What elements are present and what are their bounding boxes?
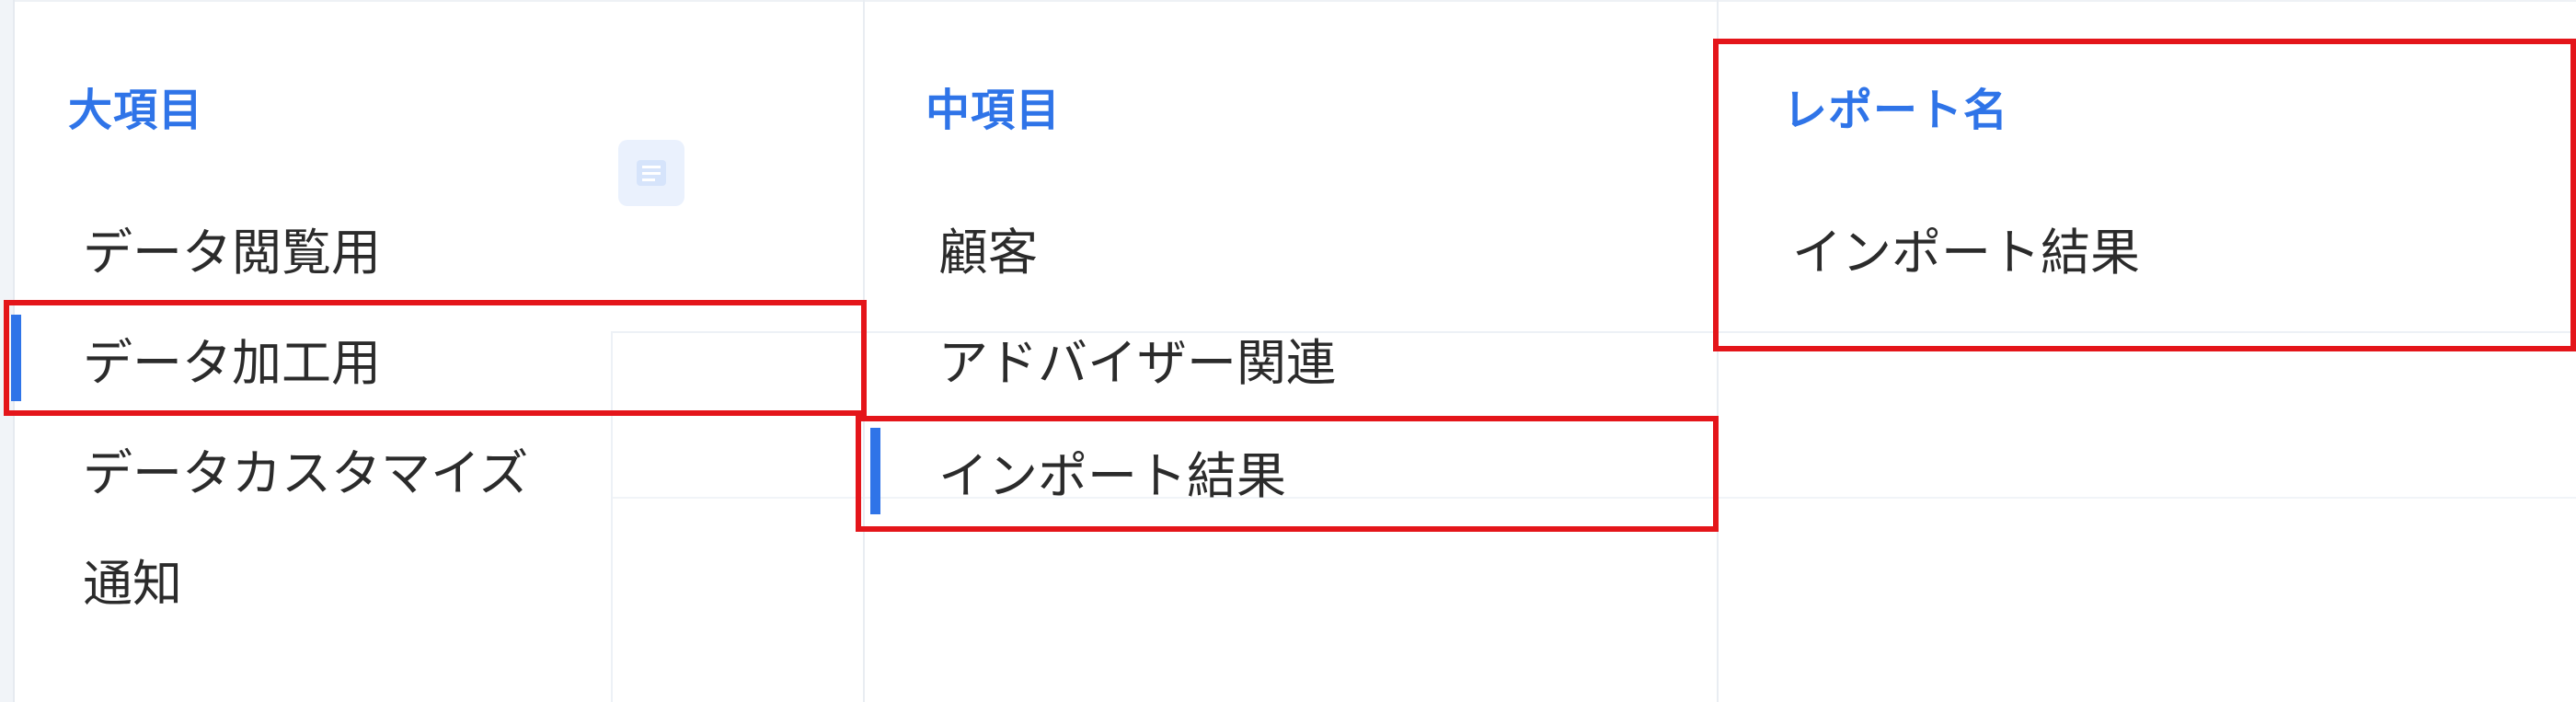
major-item-label: データ加工用 [83, 333, 381, 392]
category-selector: 大項目 データ閲覧用 データ加工用 データカスタマイズ 通知 中項目 顧客 アド… [0, 0, 2576, 702]
report-item-import-result[interactable]: インポート結果 [1763, 193, 2140, 302]
report-name-header: レポート名 [1783, 85, 2009, 136]
major-item-data-view[interactable]: データ閲覧用 [53, 193, 381, 302]
middle-category-header: 中項目 [926, 85, 1062, 136]
major-category-column: 大項目 データ閲覧用 データ加工用 データカスタマイズ 通知 [11, 0, 863, 702]
report-name-column: レポート名 インポート結果 [1748, 0, 2576, 702]
middle-category-column: 中項目 顧客 アドバイザー関連 インポート結果 [870, 0, 1717, 702]
major-item-notification[interactable]: 通知 [53, 524, 182, 633]
middle-item-advisor[interactable]: アドバイザー関連 [909, 304, 1336, 412]
column-divider [863, 0, 865, 702]
major-item-data-customize[interactable]: データカスタマイズ [53, 414, 528, 523]
major-item-label: データカスタマイズ [83, 443, 529, 502]
middle-item-label: アドバイザー関連 [938, 333, 1336, 392]
major-item-data-processing[interactable]: データ加工用 [11, 304, 835, 412]
report-item-label: インポート結果 [1792, 223, 2140, 282]
middle-item-import-result[interactable]: インポート結果 [870, 417, 1687, 525]
major-item-label: 通知 [83, 554, 182, 613]
column-divider [1717, 0, 1719, 702]
major-category-header: 大項目 [68, 85, 204, 136]
middle-item-label: インポート結果 [938, 446, 1286, 505]
middle-item-label: 顧客 [938, 223, 1038, 282]
major-item-label: データ閲覧用 [83, 223, 381, 282]
middle-item-customer[interactable]: 顧客 [909, 193, 1038, 302]
